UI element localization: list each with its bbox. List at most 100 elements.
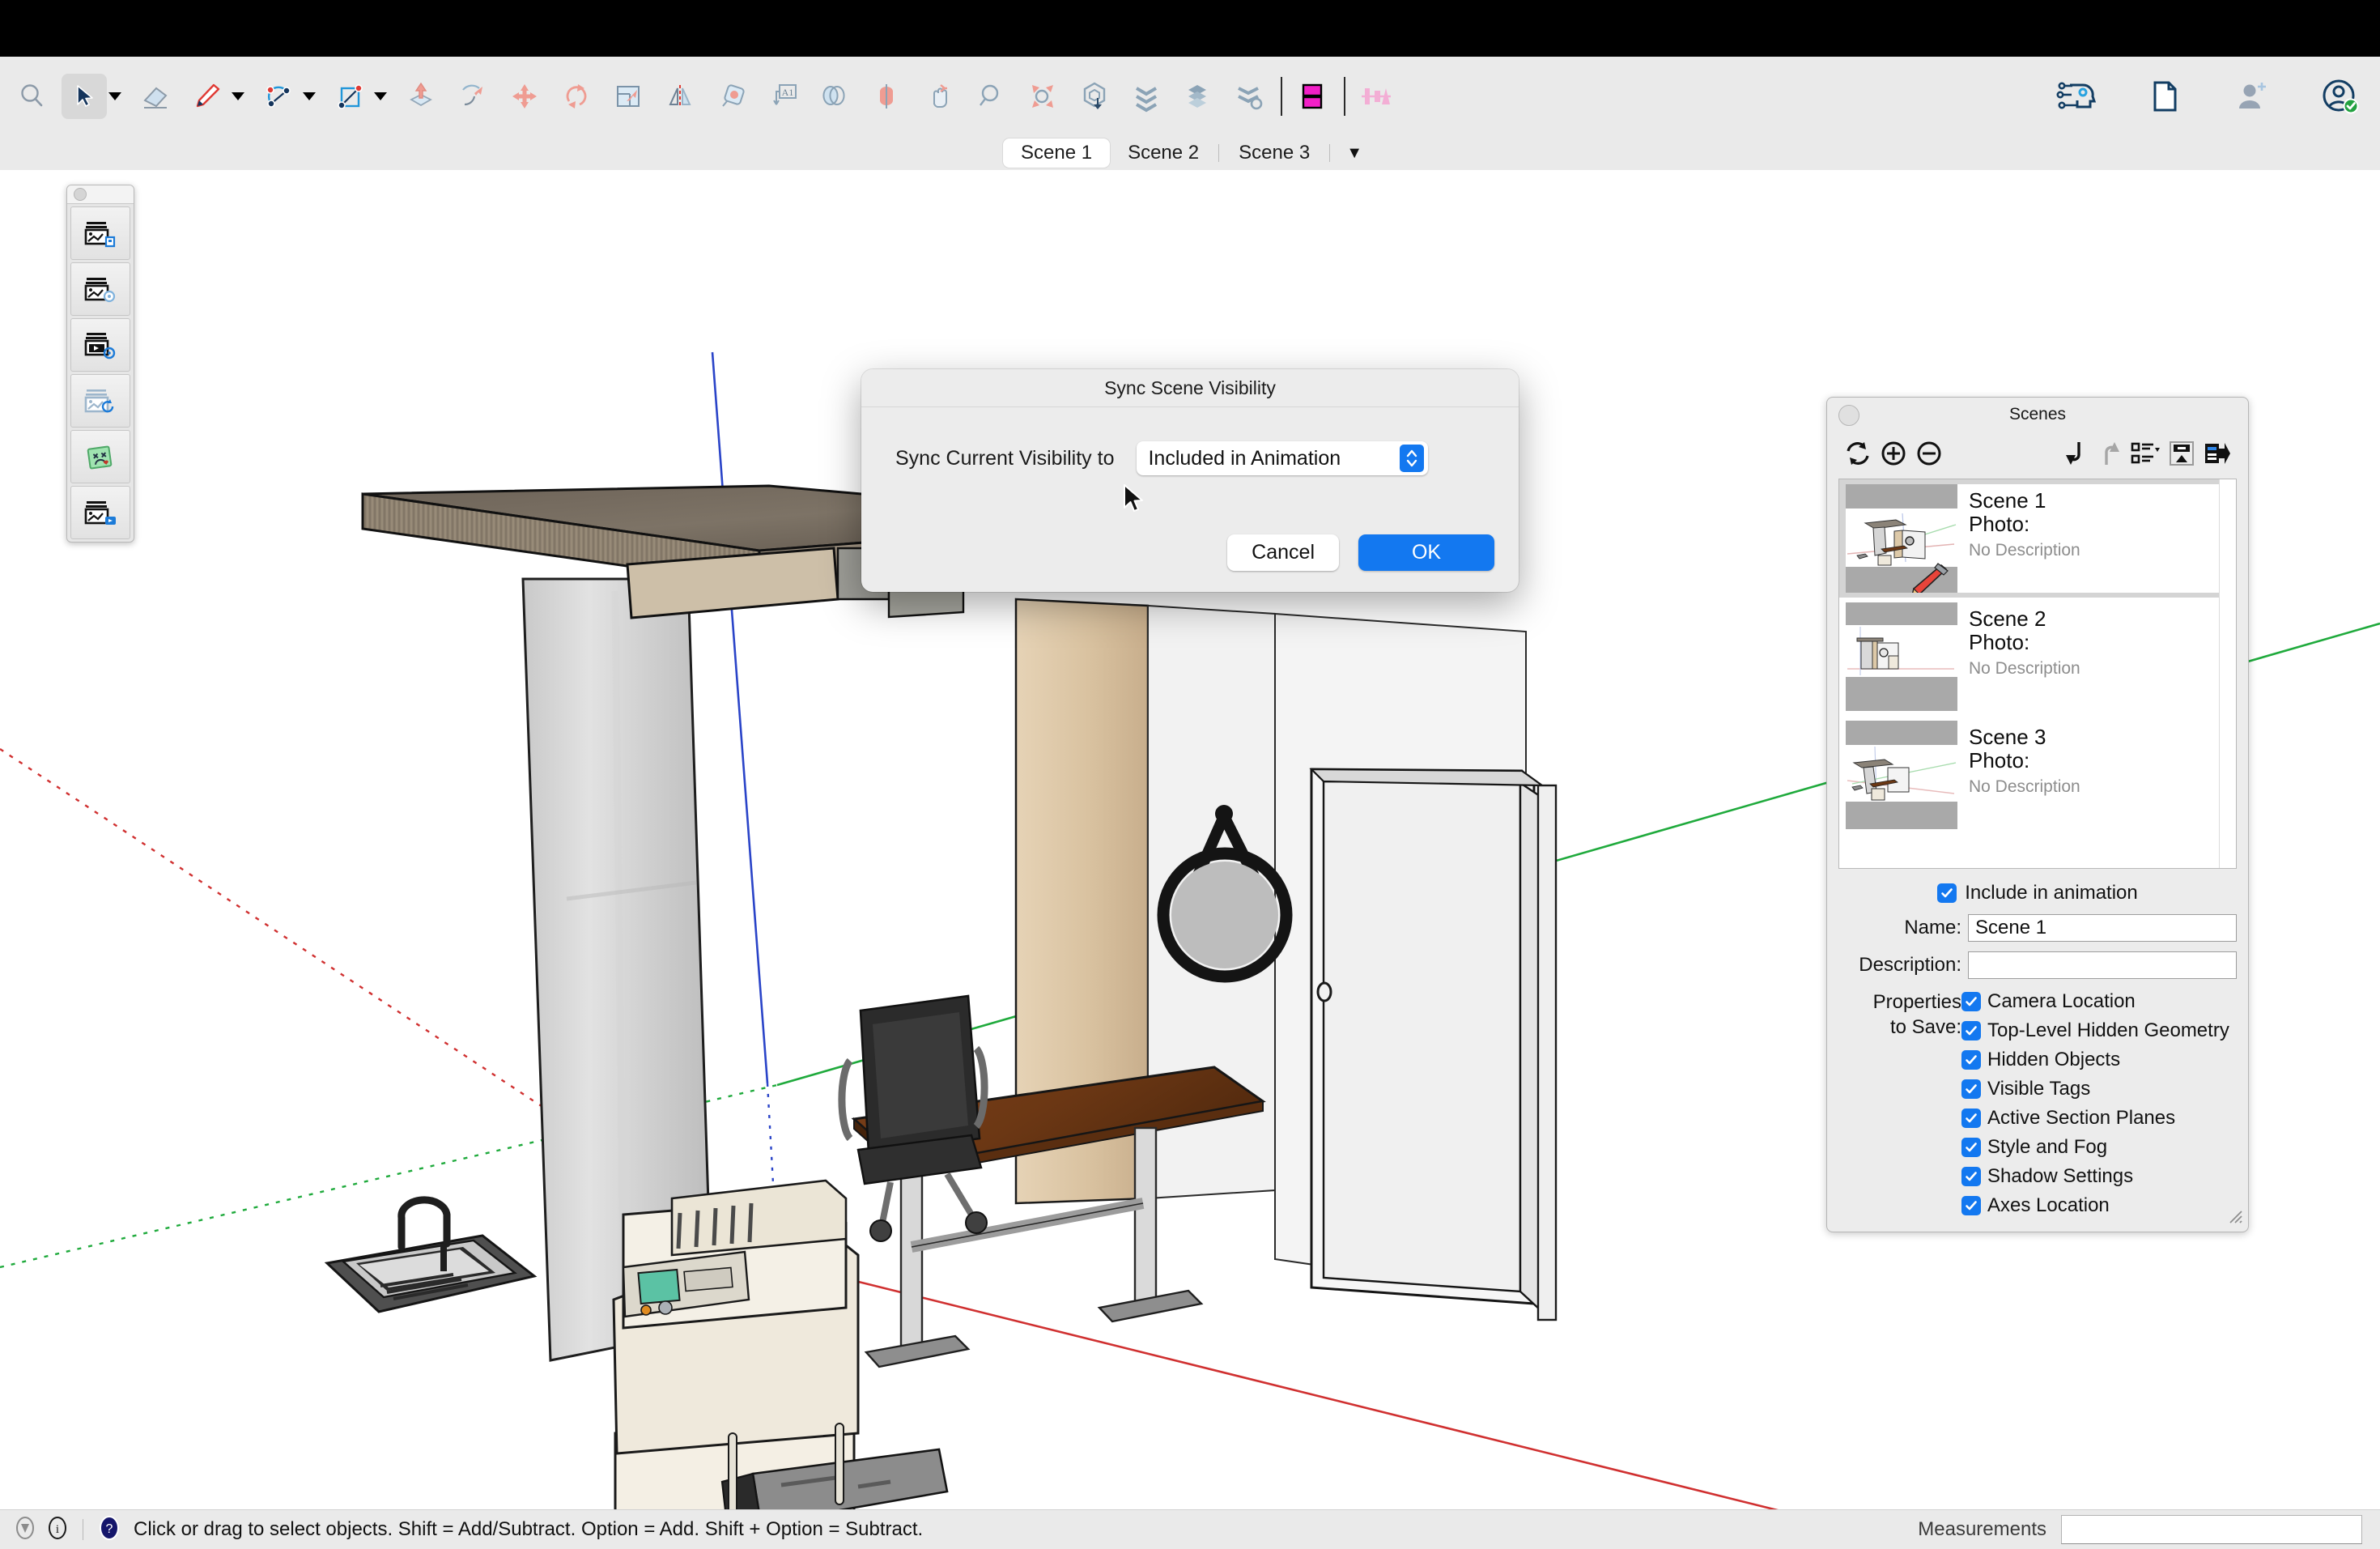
sad-face-icon[interactable] xyxy=(70,430,130,483)
section-plane-tool-icon[interactable] xyxy=(865,74,910,119)
rectangle-tool-icon[interactable] xyxy=(327,74,372,119)
checkbox-shadow-settings[interactable] xyxy=(1961,1167,1981,1186)
mouse-cursor xyxy=(1123,484,1147,521)
property-row-style-and-fog[interactable]: Style and Fog xyxy=(1961,1136,2237,1159)
arc-tool-dropdown-caret[interactable] xyxy=(303,92,316,100)
checkbox-hidden-objects[interactable] xyxy=(1961,1050,1981,1070)
zoom-extents-tool-icon[interactable] xyxy=(1020,74,1065,119)
checkbox-visible-tags[interactable] xyxy=(1961,1079,1981,1099)
property-row-axes-location[interactable]: Axes Location xyxy=(1961,1194,2237,1217)
account-avatar-icon[interactable] xyxy=(2317,74,2362,119)
dialog-button-row: Cancel OK xyxy=(1227,534,1494,572)
move-scene-up-icon[interactable] xyxy=(2093,436,2128,471)
scene-list-item[interactable]: Scene 1 Photo: No Description xyxy=(1839,479,2236,598)
properties-checkbox-list: Camera Location Top-Level Hidden Geometr… xyxy=(1961,990,2237,1223)
scenes-list[interactable]: Scene 1 Photo: No Description xyxy=(1838,479,2237,869)
scene-tab-2[interactable]: Scene 2 xyxy=(1110,138,1217,168)
status-bar: i ? Click or drag to select objects. Shi… xyxy=(0,1509,2380,1549)
property-row-active-section-planes[interactable]: Active Section Planes xyxy=(1961,1107,2237,1130)
scene-name-input[interactable]: Scene 1 xyxy=(1968,914,2237,942)
pan-tool-icon[interactable] xyxy=(916,74,962,119)
sync-scene-visibility-icon[interactable] xyxy=(2164,436,2199,471)
property-row-camera-location[interactable]: Camera Location xyxy=(1961,990,2237,1013)
include-in-animation-row[interactable]: Include in animation xyxy=(1838,882,2237,904)
line-tool-icon[interactable] xyxy=(185,74,230,119)
help-icon[interactable]: ? xyxy=(96,1515,122,1545)
include-in-animation-checkbox[interactable] xyxy=(1937,883,1957,903)
overlays-icon[interactable] xyxy=(1124,74,1169,119)
select-tool-icon[interactable] xyxy=(62,74,107,119)
checkbox-top-level-hidden-geometry[interactable] xyxy=(1961,1021,1981,1040)
scenes-panel-toggle-icon[interactable] xyxy=(1290,74,1336,119)
paint-bucket-tool-icon[interactable] xyxy=(813,74,858,119)
scrollbar-thumb[interactable] xyxy=(2223,483,2233,677)
select-tool-dropdown-caret[interactable] xyxy=(108,92,121,100)
property-row-top-level-hidden-geometry[interactable]: Top-Level Hidden Geometry xyxy=(1961,1019,2237,1042)
property-row-shadow-settings[interactable]: Shadow Settings xyxy=(1961,1165,2237,1188)
rectangle-tool-dropdown-caret[interactable] xyxy=(374,92,387,100)
property-label: Visible Tags xyxy=(1987,1078,2090,1100)
measurements-label: Measurements xyxy=(1918,1518,2046,1541)
scenes-panel-collapse-button[interactable] xyxy=(1838,405,1859,426)
scene-list-item[interactable]: Scene 2 Photo: No Description xyxy=(1839,598,2236,716)
text-tool-icon[interactable]: A1 xyxy=(761,74,806,119)
tags-icon[interactable] xyxy=(1175,74,1221,119)
scene-tab-3[interactable]: Scene 3 xyxy=(1221,138,1328,168)
status-bar-hint: Click or drag to select objects. Shift =… xyxy=(134,1518,923,1541)
door xyxy=(1311,769,1556,1320)
scene-target-icon[interactable] xyxy=(70,262,130,316)
checkbox-camera-location[interactable] xyxy=(1961,992,1981,1011)
scene-list-item[interactable]: Scene 3 Photo: No Description xyxy=(1839,716,2236,834)
update-scene-icon[interactable] xyxy=(1840,436,1876,471)
move-scene-down-icon[interactable] xyxy=(2057,436,2093,471)
geo-location-icon[interactable] xyxy=(13,1516,37,1544)
palette-collapse-dot[interactable] xyxy=(74,188,87,201)
animation-settings-icon[interactable] xyxy=(70,318,130,372)
move-tool-icon[interactable] xyxy=(502,74,547,119)
new-document-icon[interactable] xyxy=(2142,74,2187,119)
play-animation-icon[interactable] xyxy=(70,486,130,539)
pushpull-tool-icon[interactable] xyxy=(398,74,444,119)
property-label: Hidden Objects xyxy=(1987,1049,2120,1071)
tape-measure-tool-icon[interactable] xyxy=(709,74,754,119)
update-scene-icon[interactable] xyxy=(70,374,130,428)
properties-to-save-block: Properties to Save: Camera Location Top-… xyxy=(1838,990,2237,1223)
scene-tabs-overflow-caret-icon[interactable]: ▼ xyxy=(1332,144,1377,163)
component-import-icon[interactable] xyxy=(1072,74,1117,119)
ok-button[interactable]: OK xyxy=(1358,534,1494,572)
arc-tool-icon[interactable] xyxy=(256,74,301,119)
eraser-tool-icon[interactable] xyxy=(133,74,178,119)
ai-assistant-icon[interactable] xyxy=(2055,74,2100,119)
scale-tool-icon[interactable] xyxy=(606,74,651,119)
property-row-visible-tags[interactable]: Visible Tags xyxy=(1961,1078,2237,1100)
followme-tool-icon[interactable] xyxy=(450,74,495,119)
sync-visibility-select[interactable]: Included in Animation xyxy=(1137,441,1428,475)
panel-options-icon[interactable] xyxy=(2199,436,2235,471)
checkbox-axes-location[interactable] xyxy=(1961,1196,1981,1215)
save-scene-icon[interactable] xyxy=(70,206,130,260)
chevron-updown-icon[interactable] xyxy=(1400,445,1424,472)
add-user-icon[interactable] xyxy=(2229,74,2275,119)
mirror-tool-icon[interactable] xyxy=(657,74,703,119)
remove-scene-icon[interactable] xyxy=(1911,436,1947,471)
overlays-settings-icon[interactable] xyxy=(1227,74,1273,119)
info-icon[interactable]: i xyxy=(45,1516,70,1544)
zoom-tool-icon[interactable] xyxy=(968,74,1014,119)
scene-tab-1[interactable]: Scene 1 xyxy=(1003,138,1110,168)
palette-drag-handle[interactable] xyxy=(67,185,134,204)
rotate-tool-icon[interactable] xyxy=(554,74,599,119)
scene-description-input[interactable] xyxy=(1968,951,2237,979)
scene-thumbnail xyxy=(1846,602,1957,711)
scenes-list-scrollbar[interactable] xyxy=(2219,479,2236,868)
add-scene-icon[interactable] xyxy=(1876,436,1911,471)
checkbox-style-and-fog[interactable] xyxy=(1961,1138,1981,1157)
panel-resize-grip[interactable] xyxy=(2225,1206,2243,1228)
property-row-hidden-objects[interactable]: Hidden Objects xyxy=(1961,1049,2237,1071)
view-options-icon[interactable] xyxy=(2128,436,2164,471)
checkbox-active-section-planes[interactable] xyxy=(1961,1109,1981,1128)
measurements-input[interactable] xyxy=(2061,1515,2362,1544)
timeline-icon[interactable] xyxy=(1354,74,1399,119)
line-tool-dropdown-caret[interactable] xyxy=(232,92,244,100)
search-icon[interactable] xyxy=(10,74,55,119)
cancel-button[interactable]: Cancel xyxy=(1227,534,1339,572)
